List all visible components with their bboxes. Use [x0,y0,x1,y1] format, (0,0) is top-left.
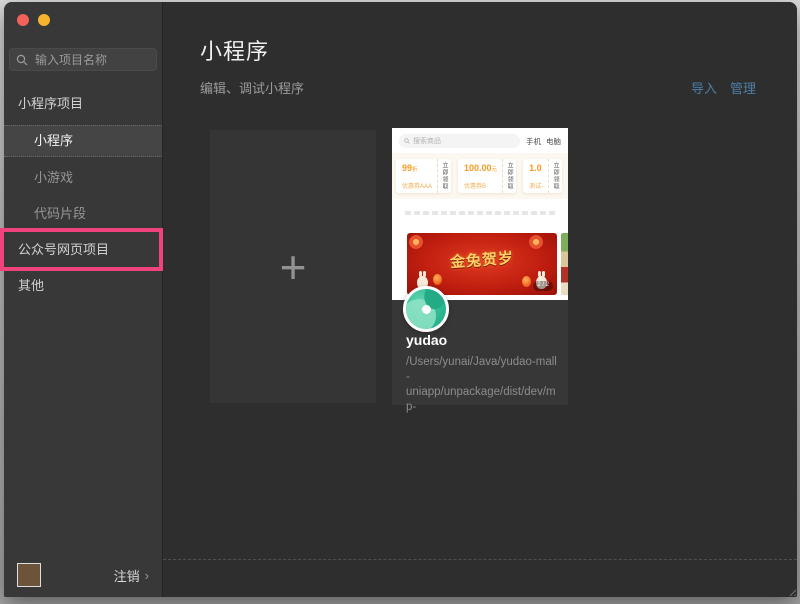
thumb-search-row: 搜索商品 手机 电脑 [392,128,568,148]
coupon-unit: 折 [412,167,418,173]
lantern-icon [522,276,531,287]
thumb-tabs: 手机 电脑 [526,136,561,147]
coupon-card: 100.00元 优惠券B 立即领取 [458,159,517,193]
thumb-scroll-indicator [405,211,555,215]
banner-title: 金兔贺岁 [449,249,515,272]
coupon-value: 100.00 [464,163,492,173]
window-controls [17,14,50,26]
project-path-line1: /Users/yunai/Java/yudao-mall- [406,356,557,383]
thumb-coupon-row: 99折 优惠券AAA 立即领取 100.00元 优惠券B 立即领取 1.0 测试… [392,153,568,199]
resize-handle[interactable] [787,587,796,596]
project-name: yudao [406,332,448,348]
minimize-window-button[interactable] [38,14,50,26]
thumb-search-placeholder: 搜索商品 [413,138,441,145]
close-window-button[interactable] [17,14,29,26]
coupon-name: 优惠券AAA [402,184,433,190]
coupon-claim-label: 立即领取 [548,159,562,193]
coupon-claim-label: 立即领取 [437,159,451,193]
thumb-tab-pc: 电脑 [546,136,561,146]
logout-label: 注销 [113,568,140,584]
coupon-unit: 元 [491,167,498,173]
coupon-card: 99折 优惠券AAA 立即领取 [396,159,452,193]
sidebar-item-official-account-web-project[interactable]: 公众号网页项目 [4,232,162,268]
flower-decoration-icon [409,235,423,249]
chevron-right-icon: › [144,567,149,583]
sidebar-nav: 小程序项目 小程序 小游戏 代码片段 公众号网页项目 其他 [4,86,162,304]
sidebar-item-other[interactable]: 其他 [4,268,162,304]
next-banner-sliver [561,233,568,295]
coupon-card: 1.0 测试- 立即领取 [523,159,563,193]
sidebar-item-code-snippet[interactable]: 代码片段 [4,196,162,232]
yudao-app-logo [403,286,449,332]
add-project-card[interactable]: + [210,130,376,403]
project-path-line2: uniapp/unpackage/dist/dev/mp- [406,386,556,413]
footer-divider [163,559,797,560]
plus-icon: + [279,240,307,293]
user-avatar[interactable] [17,563,41,587]
project-info: yudao /Users/yunai/Java/yudao-mall-uniap… [406,332,560,415]
header-actions: 导入 管理 [691,78,756,97]
thumb-search-bar: 搜索商品 [399,134,520,148]
coupon-name: 优惠券B [464,184,487,190]
lantern-icon [433,274,442,285]
sidebar-footer: 注销 › [4,562,162,588]
search-input[interactable] [33,51,150,68]
main-panel: 小程序 编辑、调试小程序 导入 管理 + 搜索商品 手机 电脑 99折 优惠券A… [163,2,797,597]
coupon-name: 测试- [529,184,544,190]
page-subtitle: 编辑、调试小程序 [200,81,305,96]
project-search-box[interactable] [9,48,157,71]
coupon-claim-label: 立即领取 [502,159,516,193]
coupon-value: 1.0 [529,163,542,173]
coupon-value: 99 [402,163,413,173]
thumb-tab-phone: 手机 [526,136,541,146]
banner-page-indicator: 2 / 2 [533,281,553,291]
project-thumbnail: 搜索商品 手机 电脑 99折 优惠券AAA 立即领取 100.00元 优惠券B … [392,128,568,300]
sidebar-item-miniprogram[interactable]: 小程序 [4,125,162,157]
logout-button[interactable]: 注销 › [114,566,149,585]
sidebar: 小程序项目 小程序 小游戏 代码片段 公众号网页项目 其他 注销 › [4,2,163,597]
search-icon [16,54,28,65]
project-path: /Users/yunai/Java/yudao-mall-uniapp/unpa… [406,355,560,415]
app-window: 小程序项目 小程序 小游戏 代码片段 公众号网页项目 其他 注销 › 小程序 编… [4,2,797,597]
manage-button[interactable]: 管理 [730,78,756,97]
sidebar-item-minigame[interactable]: 小游戏 [4,160,162,196]
page-title: 小程序 [200,39,270,64]
search-icon [404,138,410,144]
import-button[interactable]: 导入 [691,78,717,97]
sidebar-item-miniprogram-project[interactable]: 小程序项目 [4,86,162,122]
screenshot-stage: 小程序项目 小程序 小游戏 代码片段 公众号网页项目 其他 注销 › 小程序 编… [0,0,800,604]
project-card-yudao[interactable]: 搜索商品 手机 电脑 99折 优惠券AAA 立即领取 100.00元 优惠券B … [392,128,568,413]
